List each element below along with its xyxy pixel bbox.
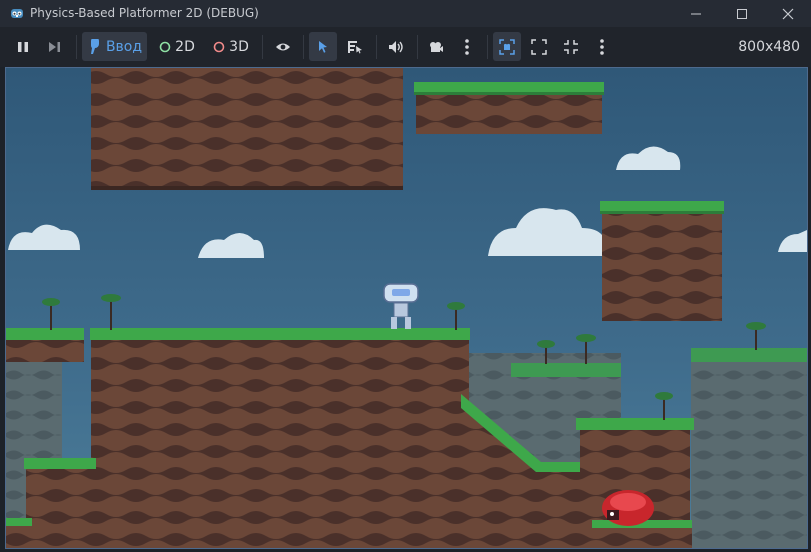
floating-platform-top xyxy=(414,82,604,134)
vertical-dots-icon xyxy=(465,38,469,55)
pointer-icon xyxy=(319,40,327,53)
vertical-dots-icon xyxy=(600,38,604,55)
camera-icon xyxy=(430,41,443,52)
maximize-button[interactable] xyxy=(719,0,765,27)
step-frame-button[interactable] xyxy=(41,32,69,61)
input-label: Ввод xyxy=(105,38,143,55)
circle-2d-icon xyxy=(159,41,171,52)
step-frame-icon xyxy=(49,41,60,52)
mode-3d-label: 3D xyxy=(229,38,249,55)
circle-3d-icon xyxy=(213,41,225,52)
select-button[interactable] xyxy=(309,32,337,61)
zoom-reset-button[interactable] xyxy=(557,32,585,61)
mode-2d-button[interactable]: 2D xyxy=(153,32,201,61)
list-select-icon xyxy=(348,40,362,53)
camera-button[interactable] xyxy=(422,32,450,61)
pause-icon xyxy=(18,41,28,52)
camera-override-icon xyxy=(499,38,515,55)
input-toggle-button[interactable]: Ввод xyxy=(82,32,147,61)
camera-override-button[interactable] xyxy=(493,32,521,61)
toolbar-separator xyxy=(262,35,263,59)
audio-button[interactable] xyxy=(382,32,410,61)
mode-2d-label: 2D xyxy=(175,38,195,55)
game-scene xyxy=(6,68,807,548)
pause-button[interactable] xyxy=(9,32,37,61)
toolbar-separator xyxy=(303,35,304,59)
visibility-button[interactable] xyxy=(269,32,297,61)
minimize-icon xyxy=(691,13,701,14)
close-icon xyxy=(782,8,794,19)
shrink-icon xyxy=(564,39,578,54)
ceiling-dirt-block xyxy=(91,68,403,190)
camera-more-button[interactable] xyxy=(589,32,615,61)
floating-platform-right xyxy=(600,201,724,321)
title-bar: Physics-Based Platformer 2D (DEBUG) xyxy=(0,0,811,27)
game-viewport[interactable] xyxy=(5,67,808,549)
toolbar-separator xyxy=(417,35,418,59)
resolution-label: 800x480 xyxy=(738,39,800,55)
enemy-creature xyxy=(602,490,654,526)
godot-icon xyxy=(11,9,23,18)
fit-to-window-button[interactable] xyxy=(525,32,553,61)
eye-icon xyxy=(276,43,290,50)
expand-icon xyxy=(531,38,547,55)
window-title: Physics-Based Platformer 2D (DEBUG) xyxy=(30,6,259,20)
list-select-button[interactable] xyxy=(341,32,369,61)
minimize-button[interactable] xyxy=(673,0,719,27)
toolbar-separator xyxy=(376,35,377,59)
joypad-icon xyxy=(90,38,99,54)
mode-3d-button[interactable]: 3D xyxy=(207,32,255,61)
toolbar-separator xyxy=(76,35,77,59)
maximize-icon xyxy=(737,8,747,19)
speaker-icon xyxy=(389,40,403,53)
close-button[interactable] xyxy=(765,0,811,27)
toolbar-separator xyxy=(487,35,488,59)
debug-toolbar: Ввод 2D 3D 800x480 xyxy=(0,27,811,67)
more-options-button[interactable] xyxy=(454,32,480,61)
